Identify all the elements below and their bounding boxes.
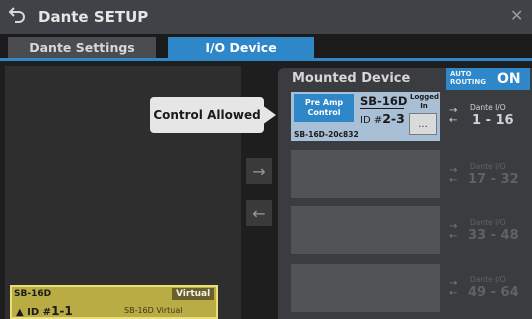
io-label: Dante I/O xyxy=(470,275,506,284)
local-device-id: ▲ ID #1-1 xyxy=(16,304,73,318)
io-range: 33 - 48 xyxy=(468,228,519,243)
move-right-button[interactable]: → xyxy=(246,158,272,184)
slot1-id-prefix: ID # xyxy=(360,115,383,126)
io-label: Dante I/O xyxy=(470,162,506,171)
slot1-id-value: 2-3 xyxy=(382,111,405,126)
io-range: 17 - 32 xyxy=(468,172,519,187)
move-left-button[interactable]: ← xyxy=(246,200,272,226)
virtual-badge: Virtual xyxy=(172,288,215,300)
tab-dante-settings[interactable]: Dante Settings xyxy=(8,37,156,58)
window-title: Dante SETUP xyxy=(38,8,149,26)
io-label: Dante I/O xyxy=(470,218,506,227)
control-allowed-tooltip: Control Allowed xyxy=(150,97,264,133)
auto-routing-value: ON xyxy=(497,71,521,87)
close-icon[interactable]: ✕ xyxy=(510,6,523,25)
more-options-button[interactable]: ... xyxy=(409,113,437,135)
mounted-slot-3[interactable] xyxy=(291,206,440,254)
io-arrows-icon: → ← xyxy=(449,221,458,242)
slot1-device-id: ID #2-3 xyxy=(360,111,405,126)
mounted-slot-2[interactable] xyxy=(291,150,440,198)
auto-routing-label: AUTO ROUTING xyxy=(450,70,487,86)
slot1-device-name: SB-16D xyxy=(360,94,408,108)
io-arrows-icon: → ← xyxy=(449,105,458,126)
io-range: 1 - 16 xyxy=(472,113,514,128)
mounted-device-title: Mounted Device xyxy=(292,71,411,86)
left-arrow-icon: ← xyxy=(252,203,266,223)
local-device-subtitle: SB-16D Virtual xyxy=(124,306,183,315)
io-arrows-icon: → ← xyxy=(449,165,458,186)
preamp-control-button[interactable]: Pre Amp Control xyxy=(294,94,354,122)
tooltip-pointer xyxy=(262,105,276,125)
mounted-slot-4[interactable] xyxy=(291,264,440,312)
local-id-prefix: ▲ ID # xyxy=(16,307,52,318)
back-arrow-icon[interactable] xyxy=(8,5,28,25)
slot1-device-label: SB-16D-20c832 xyxy=(294,130,359,139)
local-device-name: SB-16D xyxy=(14,289,52,299)
slot1-divider xyxy=(360,108,404,109)
right-arrow-icon: → xyxy=(252,161,266,181)
local-id-value: 1-1 xyxy=(51,304,73,318)
io-range: 49 - 64 xyxy=(468,285,519,300)
tab-io-device[interactable]: I/O Device xyxy=(168,37,314,58)
io-label: Dante I/O xyxy=(470,103,506,112)
logged-in-status: Logged In xyxy=(410,93,440,110)
io-arrows-icon: → ← xyxy=(449,278,458,299)
